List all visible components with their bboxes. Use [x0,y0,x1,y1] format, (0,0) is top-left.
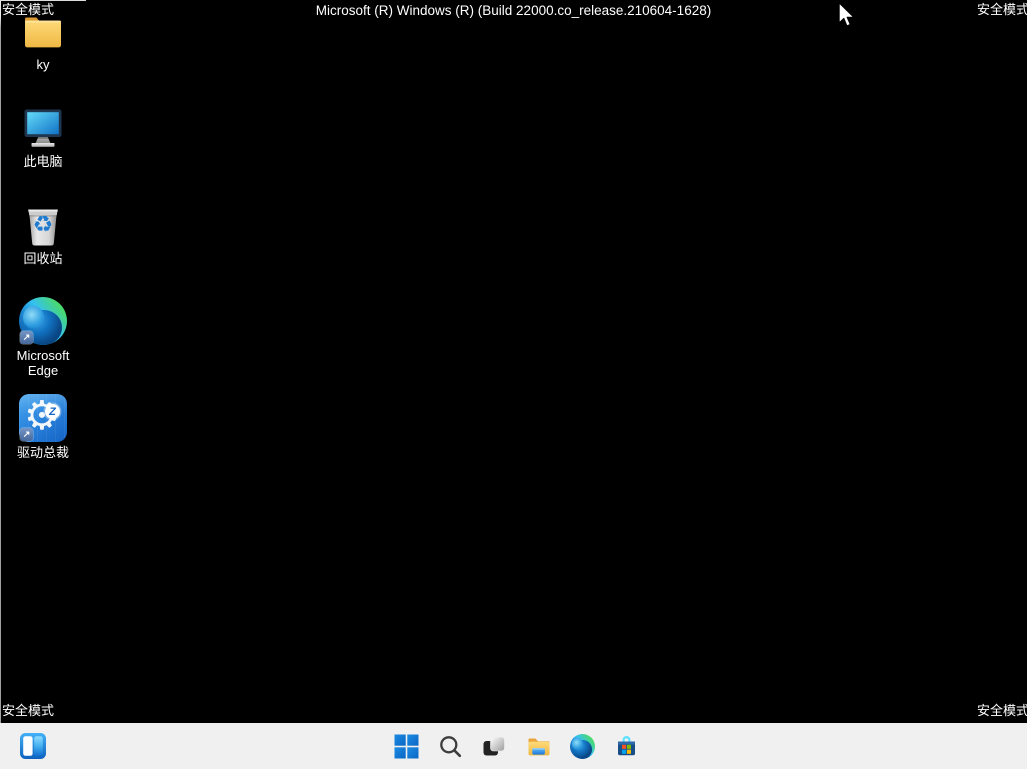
windows-build-banner: Microsoft (R) Windows (R) (Build 22000.c… [0,3,1027,18]
desktop-icon-label: ky [37,57,50,72]
search-button[interactable] [431,726,471,766]
task-view-icon [482,734,507,759]
this-pc-icon [19,103,67,151]
safe-mode-desktop: { "system": { "build_banner": "Microsoft… [0,0,1027,769]
folder-icon [19,6,67,54]
edge-browser-icon [570,734,595,759]
desktop-icon-microsoft-edge[interactable]: ↗ Microsoft Edge [5,297,81,394]
search-icon [438,734,463,759]
desktop-icon-recycle-bin[interactable]: ♻ 回收站 [5,200,81,297]
shortcut-arrow-icon: ↗ [20,331,33,344]
taskbar-widgets-button[interactable] [13,726,53,766]
screen-top-border-line [0,0,86,1]
desktop-icon-column: ky 此电脑 ♻ 回收站 ↗ Microsoft Edge ⚙ Z ↗ 驱动 [5,6,81,491]
drvceo-monogram: Z [45,404,60,419]
safe-mode-label-top-right: 安全模式 [977,2,1027,17]
desktop-icon-ky-folder[interactable]: ky [5,6,81,103]
desktop-icon-this-pc[interactable]: 此电脑 [5,103,81,200]
taskbar [0,723,1027,769]
windows-start-icon [394,734,419,759]
shortcut-arrow-icon: ↗ [20,428,33,441]
task-view-button[interactable] [475,726,515,766]
desktop-icon-label: Microsoft Edge [6,348,80,378]
desktop-icon-label: 回收站 [23,251,62,266]
start-button[interactable] [387,726,427,766]
file-explorer-folder-icon [526,734,551,759]
desktop-icon-label: 驱动总裁 [17,445,69,460]
desktop-icon-drvceo[interactable]: ⚙ Z ↗ 驱动总裁 [5,394,81,491]
microsoft-store-button[interactable] [607,726,647,766]
safe-mode-label-bottom-left: 安全模式 [2,703,54,718]
taskbar-center-group [387,726,647,766]
screen-left-border-line [0,0,1,723]
recycle-symbol-icon: ♻ [19,213,67,237]
file-explorer-button[interactable] [519,726,559,766]
edge-taskbar-button[interactable] [563,726,603,766]
widgets-icon [20,733,46,759]
desktop-icon-label: 此电脑 [23,154,62,169]
safe-mode-label-bottom-right: 安全模式 [977,703,1027,718]
microsoft-store-icon [614,734,639,759]
